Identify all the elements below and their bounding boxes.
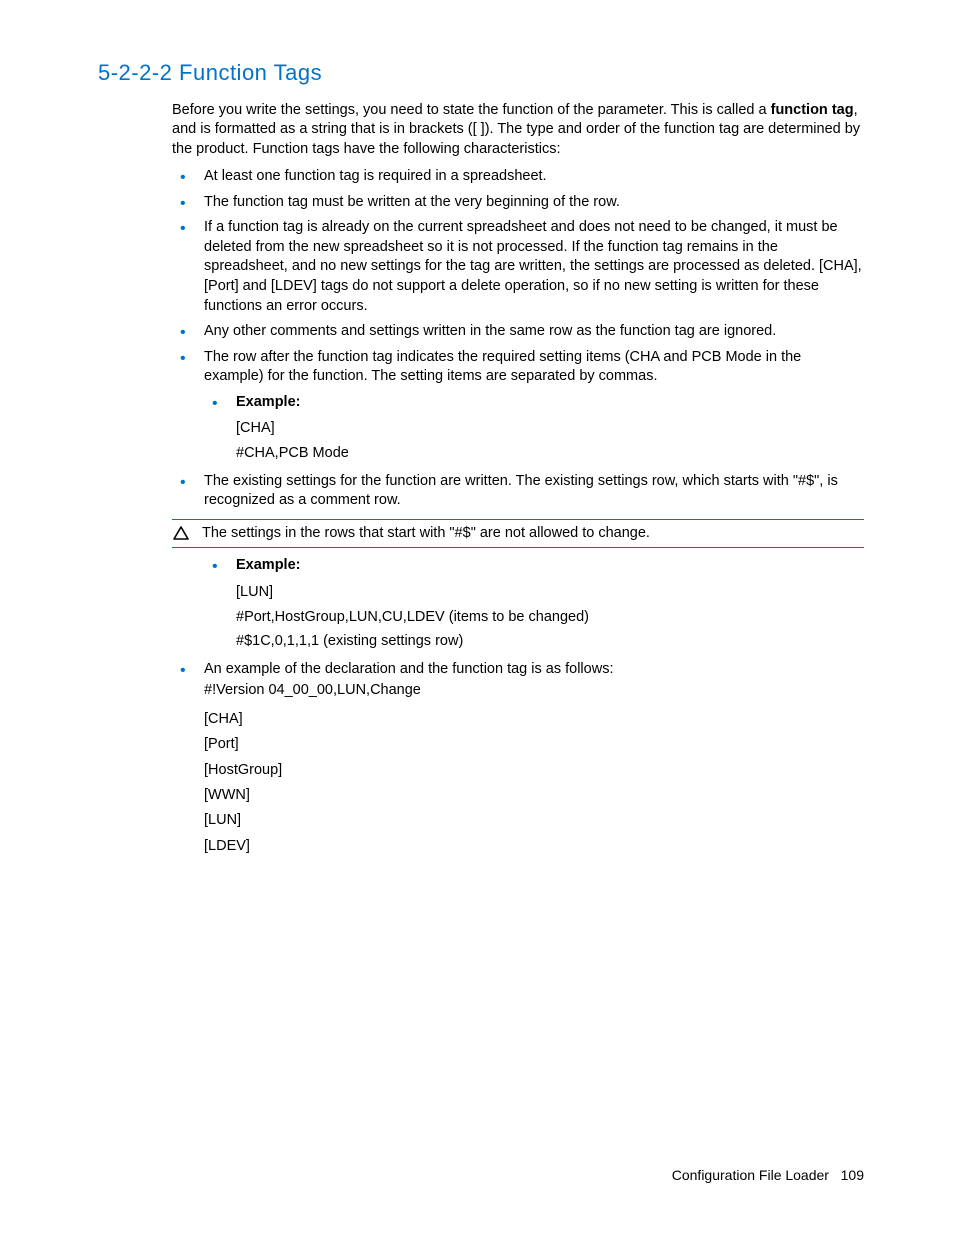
example-sub-list: Example: [CHA] #CHA,PCB Mode (204, 393, 864, 466)
footer-label: Configuration File Loader (672, 1167, 829, 1183)
example-line: #CHA,PCB Mode (236, 441, 864, 466)
intro-pre: Before you write the settings, you need … (172, 102, 771, 118)
decl-line: [LDEV] (204, 834, 864, 859)
intro-paragraph: Before you write the settings, you need … (172, 101, 864, 160)
list-item: At least one function tag is required in… (172, 167, 864, 187)
example-sub-list-2: Example: [LUN] #Port,HostGroup,LUN,CU,LD… (204, 556, 864, 653)
declaration-list: An example of the declaration and the fu… (172, 660, 864, 701)
list-item: The existing settings for the function a… (172, 472, 864, 511)
decl-line: [LUN] (204, 808, 864, 833)
page-footer: Configuration File Loader 109 (672, 1167, 864, 1183)
list-item: The function tag must be written at the … (172, 193, 864, 213)
decl-line: [HostGroup] (204, 758, 864, 783)
post-callout-list: Example: [LUN] #Port,HostGroup,LUN,CU,LD… (172, 556, 864, 653)
list-item: If a function tag is already on the curr… (172, 218, 864, 316)
section-heading: 5-2-2-2 Function Tags (98, 60, 864, 86)
caution-callout: The settings in the rows that start with… (172, 519, 864, 549)
example-item: Example: [LUN] #Port,HostGroup,LUN,CU,LD… (204, 556, 864, 653)
decl-line: [CHA] (204, 707, 864, 732)
decl-line: [Port] (204, 732, 864, 757)
list-item: An example of the declaration and the fu… (172, 660, 864, 701)
example-block-2: [LUN] #Port,HostGroup,LUN,CU,LDEV (items… (236, 580, 864, 654)
caution-icon (172, 524, 190, 540)
list-item: The row after the function tag indicates… (172, 348, 864, 466)
declaration-block: [CHA] [Port] [HostGroup] [WWN] [LUN] [LD… (204, 707, 864, 859)
example-block-1: [CHA] #CHA,PCB Mode (236, 416, 864, 465)
footer-page-number: 109 (841, 1167, 864, 1183)
characteristics-list: At least one function tag is required in… (172, 167, 864, 511)
example-item: Example: [CHA] #CHA,PCB Mode (204, 393, 864, 466)
example-line: [CHA] (236, 416, 864, 441)
intro-bold-term: function tag (771, 102, 854, 118)
list-item-text: The row after the function tag indicates… (204, 349, 801, 385)
example-line: #Port,HostGroup,LUN,CU,LDEV (items to be… (236, 605, 864, 630)
declaration-version-line: #!Version 04_00_00,LUN,Change (204, 681, 864, 701)
callout-text: The settings in the rows that start with… (200, 524, 650, 544)
page-root: 5-2-2-2 Function Tags Before you write t… (0, 0, 954, 1235)
list-item: Example: [LUN] #Port,HostGroup,LUN,CU,LD… (172, 556, 864, 653)
decl-line: [WWN] (204, 783, 864, 808)
example-label: Example: (236, 557, 300, 573)
list-item: Any other comments and settings written … (172, 322, 864, 342)
example-label: Example: (236, 394, 300, 410)
example-line: #$1C,0,1,1,1 (existing settings row) (236, 629, 864, 654)
example-line: [LUN] (236, 580, 864, 605)
list-item-text: An example of the declaration and the fu… (204, 661, 613, 677)
